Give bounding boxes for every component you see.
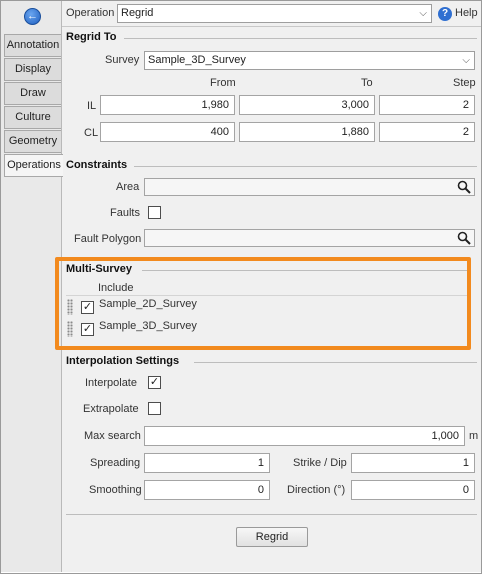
tab-operations[interactable]: Operations — [4, 154, 63, 177]
back-arrow-icon[interactable]: ← — [24, 8, 41, 25]
cl-from-field[interactable]: 400 — [100, 122, 235, 142]
section-divider — [124, 38, 477, 39]
strike-dip-field[interactable]: 1 — [351, 453, 475, 473]
tab-label: Annotation — [6, 39, 60, 51]
chevron-down-icon: ⌵ — [462, 55, 470, 66]
constraints-title: Constraints — [66, 159, 128, 171]
survey-name: Sample_3D_Survey — [99, 320, 197, 332]
il-step-field[interactable]: 2 — [379, 95, 475, 115]
list-item[interactable]: ✓ Sample_2D_Survey — [66, 296, 469, 318]
to-header: To — [361, 77, 373, 89]
il-label: IL — [87, 100, 97, 112]
multi-survey-title: Multi-Survey — [66, 263, 133, 275]
tab-label: Culture — [15, 111, 51, 123]
section-divider — [134, 166, 477, 167]
interpolate-checkbox[interactable]: ✓ — [148, 376, 161, 389]
chevron-down-icon: ⌵ — [419, 8, 427, 19]
survey-value: Sample_3D_Survey — [148, 54, 246, 66]
area-input[interactable] — [144, 178, 475, 196]
interpolation-title: Interpolation Settings — [66, 355, 180, 367]
operation-row: Operation Regrid ⌵ ? Help — [62, 1, 481, 27]
faults-label: Faults — [110, 207, 140, 219]
area-label: Area — [116, 181, 140, 193]
fault-polygon-label: Fault Polygon — [74, 233, 142, 245]
operation-value: Regrid — [121, 7, 154, 19]
direction-label: Direction (°) — [287, 484, 346, 496]
il-from-field[interactable]: 1,980 — [100, 95, 235, 115]
list-item[interactable]: ✓ Sample_3D_Survey — [66, 318, 469, 340]
search-icon[interactable] — [457, 231, 471, 245]
operation-select[interactable]: Regrid ⌵ — [117, 4, 432, 23]
operation-label: Operation — [66, 7, 115, 19]
section-divider — [194, 362, 477, 363]
strike-dip-label: Strike / Dip — [293, 457, 347, 469]
fault-polygon-input[interactable] — [144, 229, 475, 247]
tab-label: Draw — [20, 87, 46, 99]
help-link[interactable]: Help — [455, 7, 478, 19]
include-checkbox[interactable]: ✓ — [81, 323, 94, 336]
search-icon[interactable] — [457, 180, 471, 194]
tab-label: Display — [14, 63, 52, 75]
cl-label: CL — [84, 127, 99, 139]
survey-name: Sample_2D_Survey — [99, 298, 197, 310]
drag-handle-icon[interactable] — [67, 321, 73, 337]
extrapolate-label: Extrapolate — [83, 403, 139, 415]
regrid-button[interactable]: Regrid — [236, 527, 308, 547]
drag-handle-icon[interactable] — [67, 299, 73, 315]
regrid-to-title: Regrid To — [66, 31, 117, 43]
max-search-label: Max search — [84, 430, 141, 442]
faults-checkbox[interactable] — [148, 206, 161, 219]
tab-geometry[interactable]: Geometry — [4, 130, 61, 153]
direction-field[interactable]: 0 — [351, 480, 475, 500]
max-search-unit: m — [469, 430, 479, 442]
interpolate-label: Interpolate — [85, 377, 137, 389]
il-to-field[interactable]: 3,000 — [239, 95, 375, 115]
bottom-divider — [66, 514, 477, 515]
smoothing-label: Smoothing — [89, 484, 142, 496]
cl-to-field[interactable]: 1,880 — [239, 122, 375, 142]
section-divider — [142, 270, 469, 271]
cl-step-field[interactable]: 2 — [379, 122, 475, 142]
survey-select[interactable]: Sample_3D_Survey ⌵ — [144, 51, 475, 70]
help-icon[interactable]: ? — [438, 7, 452, 21]
step-header: Step — [453, 77, 476, 89]
tab-draw[interactable]: Draw — [4, 82, 61, 105]
tab-annotation[interactable]: Annotation — [4, 34, 61, 57]
smoothing-field[interactable]: 0 — [144, 480, 270, 500]
sidebar: ← Annotation Display Draw Culture Geomet… — [1, 1, 63, 572]
tab-label: Geometry — [8, 135, 58, 147]
tab-culture[interactable]: Culture — [4, 106, 61, 129]
tab-display[interactable]: Display — [4, 58, 61, 81]
spreading-label: Spreading — [90, 457, 141, 469]
extrapolate-checkbox[interactable] — [148, 402, 161, 415]
max-search-field[interactable]: 1,000 — [144, 426, 465, 446]
tab-label: Operations — [7, 159, 61, 171]
include-header: Include — [98, 282, 134, 294]
spreading-field[interactable]: 1 — [144, 453, 270, 473]
survey-label: Survey — [105, 54, 140, 66]
include-checkbox[interactable]: ✓ — [81, 301, 94, 314]
from-header: From — [210, 77, 236, 89]
multi-survey-panel: Multi-Survey Include ✓ Sample_2D_Survey … — [66, 260, 473, 347]
